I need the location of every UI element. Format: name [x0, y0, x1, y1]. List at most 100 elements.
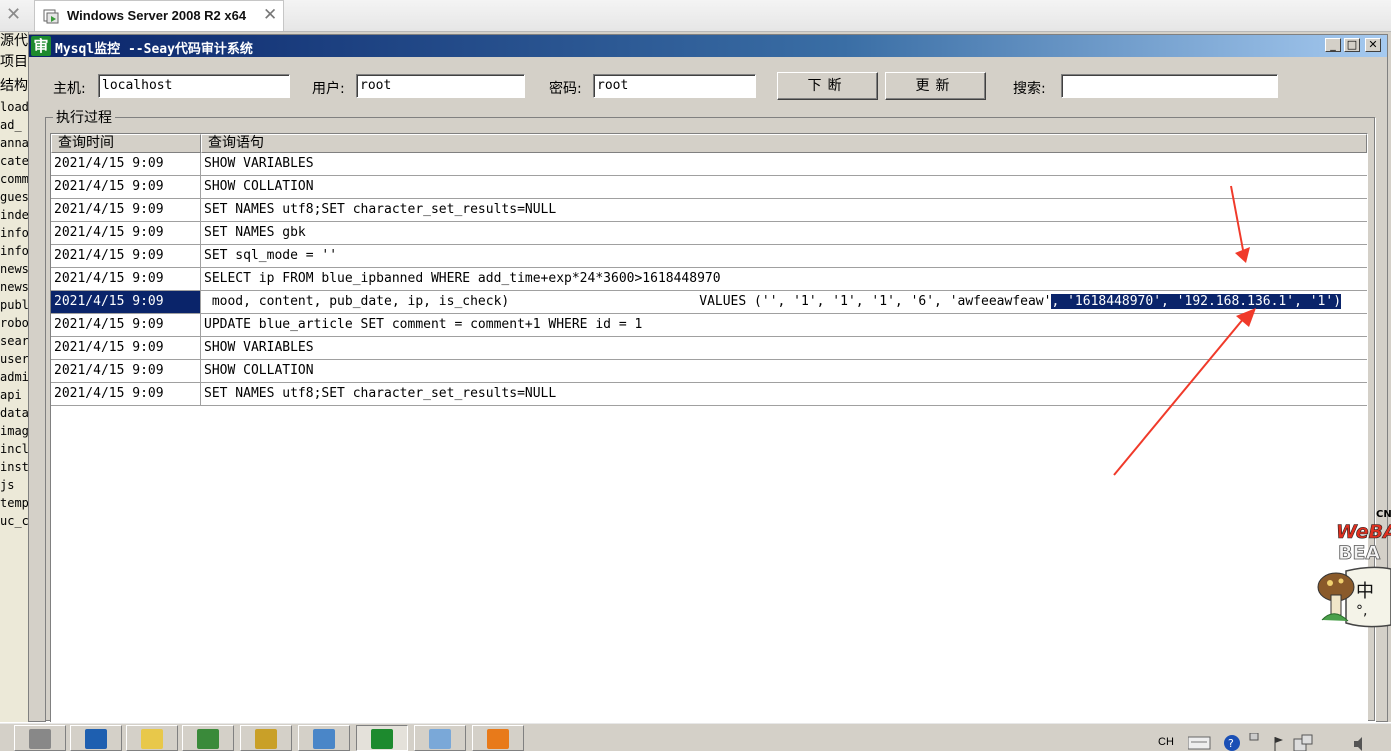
network-icon: [197, 729, 219, 749]
column-header-query-time[interactable]: 查询时间: [51, 134, 201, 153]
notification-icon[interactable]: [1249, 733, 1259, 741]
execution-process-label: 执行过程: [53, 107, 115, 127]
title-bar[interactable]: 审 Mysql监控 --Seay代码审计系统 _ □ ✕: [29, 35, 1387, 57]
background-tree-item[interactable]: info: [0, 224, 28, 242]
seay-audit-taskbar-button[interactable]: [356, 725, 408, 751]
table-row[interactable]: 2021/4/15 9:09 SHOW COLLATION: [51, 360, 1367, 383]
update-button[interactable]: 更新: [885, 72, 986, 100]
close-icon[interactable]: ✕: [1365, 38, 1381, 52]
password-label: 密码:: [549, 81, 582, 97]
taskbar: CH ?: [0, 722, 1391, 751]
query-statement-cell: SHOW COLLATION: [204, 363, 314, 378]
query-statement-cell: SET NAMES utf8;SET character_set_results…: [204, 202, 557, 217]
vm-icon: [43, 9, 59, 24]
powershell-icon: [85, 729, 107, 749]
background-tree-item[interactable]: data: [0, 404, 28, 422]
table-row[interactable]: 2021/4/15 9:09 SET NAMES utf8;SET charact…: [51, 383, 1367, 406]
table-row[interactable]: 2021/4/15 9:09 SHOW VARIABLES: [51, 153, 1367, 176]
password-input[interactable]: root: [593, 74, 756, 98]
background-tree-item[interactable]: anna: [0, 134, 28, 152]
user-label: 用户:: [312, 81, 345, 97]
background-tree-item[interactable]: publ: [0, 296, 28, 314]
background-tree-item[interactable]: info: [0, 242, 28, 260]
background-tree-item[interactable]: imag: [0, 422, 28, 440]
query-statement-cell: UPDATE blue_article SET comment = commen…: [204, 317, 643, 332]
tab-strip-close-icon[interactable]: ✕: [6, 4, 24, 26]
search-input[interactable]: [1061, 74, 1278, 98]
background-tree-item[interactable]: inde: [0, 206, 28, 224]
eraser-taskbar-button[interactable]: [414, 725, 466, 751]
background-tree-item[interactable]: news: [0, 278, 28, 296]
query-time-cell: 2021/4/15 9:09: [51, 199, 201, 221]
vm-tab-close-icon[interactable]: ✕: [263, 5, 277, 25]
background-tree-item[interactable]: 结构: [0, 74, 28, 98]
background-tree-item[interactable]: 项目: [0, 50, 28, 74]
background-tree-item[interactable]: admi: [0, 368, 28, 386]
help-icon[interactable]: ?: [1224, 735, 1240, 751]
archive-taskbar-button[interactable]: [240, 725, 292, 751]
network-taskbar-button[interactable]: [182, 725, 234, 751]
background-tree-item[interactable]: gues: [0, 188, 28, 206]
archive-icon: [255, 729, 277, 749]
background-tree-item[interactable]: robo: [0, 314, 28, 332]
audit-icon: 审: [31, 36, 51, 56]
table-row[interactable]: 2021/4/15 9:09 UPDATE blue_article SET co…: [51, 314, 1367, 337]
background-tree-item[interactable]: ad_: [0, 116, 28, 134]
table-row[interactable]: 2021/4/15 9:09 mood, content, pub_date, …: [51, 291, 1367, 314]
powershell-taskbar-button[interactable]: [70, 725, 122, 751]
table-row[interactable]: 2021/4/15 9:09 SET NAMES gbk: [51, 222, 1367, 245]
background-tree-item[interactable]: temp: [0, 494, 28, 512]
sublime-taskbar-button[interactable]: [472, 725, 524, 751]
query-time-cell: 2021/4/15 9:09: [51, 383, 201, 405]
mascot-logo-line2: BEA: [1338, 542, 1380, 564]
query-statement-cell: SHOW COLLATION: [204, 179, 314, 194]
background-tree-item[interactable]: inst: [0, 458, 28, 476]
vm-tab[interactable]: Windows Server 2008 R2 x64 ✕: [34, 0, 284, 31]
keyboard-icon[interactable]: [1188, 736, 1211, 750]
window-title: Mysql监控 --Seay代码审计系统: [55, 42, 253, 57]
background-tree-item[interactable]: incl: [0, 440, 28, 458]
svg-text:?: ?: [1228, 737, 1234, 750]
background-tree-item[interactable]: load: [0, 98, 28, 116]
background-tree-item[interactable]: cate: [0, 152, 28, 170]
network-tray-icon[interactable]: [1293, 734, 1313, 751]
system-tray: ?: [1188, 733, 1362, 751]
background-file-tree: 源代 项目 结构 load ad_ anna cate comm gues inde info…: [0, 32, 29, 722]
table-row[interactable]: 2021/4/15 9:09 SET NAMES utf8;SET charact…: [51, 199, 1367, 222]
host-input[interactable]: localhost: [98, 74, 290, 98]
volume-icon[interactable]: [1354, 737, 1362, 751]
background-tree-item[interactable]: news: [0, 260, 28, 278]
table-row[interactable]: 2021/4/15 9:09 SET sql_mode = '': [51, 245, 1367, 268]
maximize-icon[interactable]: □: [1344, 38, 1360, 52]
break-button[interactable]: 下断: [777, 72, 878, 100]
background-tree-item[interactable]: uc_c: [0, 512, 28, 530]
table-row[interactable]: 2021/4/15 9:09 SHOW COLLATION: [51, 176, 1367, 199]
vm-tab-title: Windows Server 2008 R2 x64: [67, 8, 247, 23]
background-tree-item[interactable]: js: [0, 476, 28, 494]
eraser-icon: [429, 729, 451, 749]
notepad-taskbar-button[interactable]: [298, 725, 350, 751]
server-manager-taskbar-button[interactable]: [14, 725, 66, 751]
input-language-indicator[interactable]: CH: [1158, 736, 1174, 748]
sublime-icon: [487, 729, 509, 749]
flag-icon[interactable]: [1274, 737, 1283, 751]
query-log-list[interactable]: 查询时间 查询语句 2021/4/15 9:09 SHOW VARIABLES 20…: [50, 133, 1368, 725]
list-header: 查询时间 查询语句: [51, 134, 1367, 153]
background-tree-item[interactable]: sear: [0, 332, 28, 350]
column-header-query-statement[interactable]: 查询语句: [201, 134, 1367, 153]
table-row[interactable]: 2021/4/15 9:09 SHOW VARIABLES: [51, 337, 1367, 360]
query-time-cell: 2021/4/15 9:09: [51, 360, 201, 382]
selected-query-text[interactable]: , '1618448970', '192.168.136.1', '1'): [1051, 294, 1342, 309]
explorer-taskbar-button[interactable]: [126, 725, 178, 751]
background-tree-item[interactable]: api: [0, 386, 28, 404]
background-tree-item[interactable]: user: [0, 350, 28, 368]
user-input[interactable]: root: [356, 74, 525, 98]
table-row[interactable]: 2021/4/15 9:09 SELECT ip FROM blue_ipbann…: [51, 268, 1367, 291]
query-statement-cell: SHOW VARIABLES: [204, 156, 314, 171]
server-manager-icon: [29, 729, 51, 749]
background-tree-item[interactable]: comm: [0, 170, 28, 188]
query-time-cell: 2021/4/15 9:09: [51, 291, 201, 313]
minimize-icon[interactable]: _: [1325, 38, 1341, 52]
query-statement-cell: mood, content, pub_date, ip, is_check) VA…: [201, 291, 1367, 313]
query-time-cell: 2021/4/15 9:09: [51, 337, 201, 359]
